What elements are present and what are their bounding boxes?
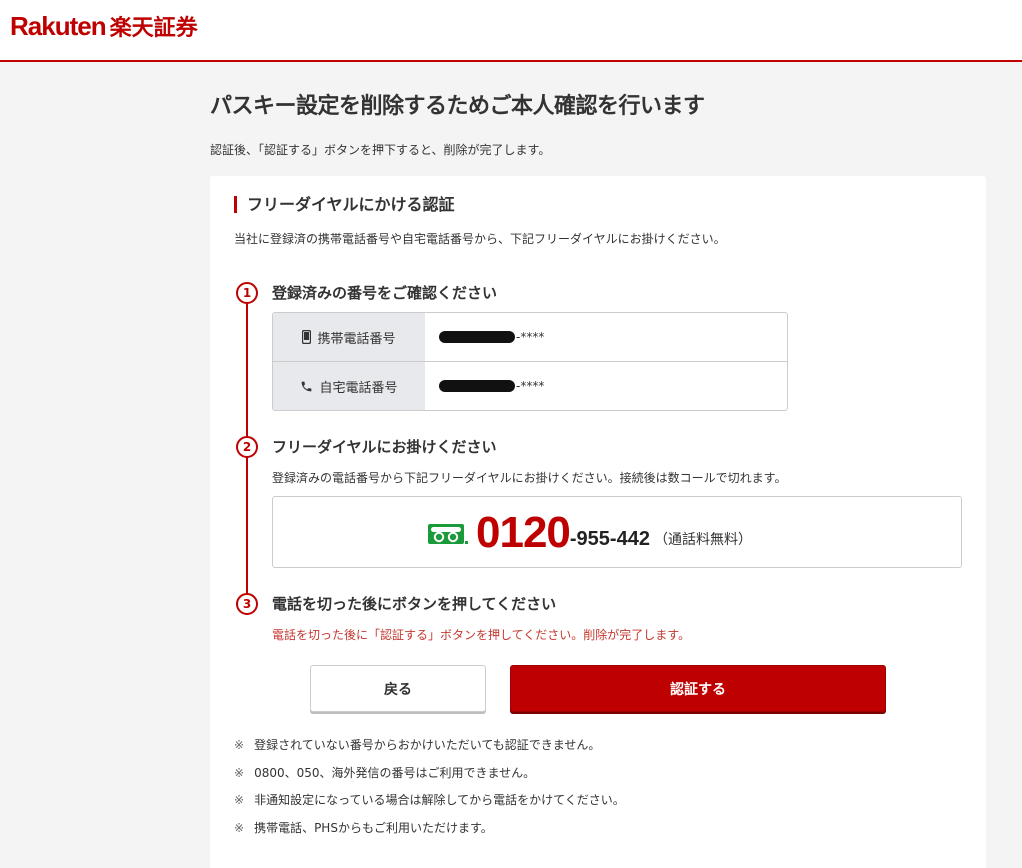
redacted-number: [439, 331, 515, 343]
table-row: 自宅電話番号 -****: [273, 362, 787, 410]
step-3-number: 3: [236, 593, 258, 615]
home-phone-label-text: 自宅電話番号: [319, 380, 398, 396]
mobile-phone-suffix: -****: [516, 330, 545, 344]
mobile-phone-value: -****: [439, 313, 544, 361]
registered-phones-table: 携帯電話番号 -**** 自宅電話番号 -****: [272, 312, 788, 411]
note-text: 携帯電話、PHSからもご利用いただけます。: [254, 820, 493, 835]
phone-icon: [302, 381, 312, 391]
list-item: ※ 登録されていない番号からおかけいただいても認証できません。: [234, 736, 625, 764]
list-item: ※ 非通知設定になっている場合は解除してから電話をかけてください。: [234, 791, 625, 819]
section-title: フリーダイヤルにかける認証: [234, 196, 455, 213]
mobile-phone-label: 携帯電話番号: [273, 313, 425, 361]
mobile-phone-label-text: 携帯電話番号: [317, 331, 396, 347]
note-mark: ※: [234, 793, 245, 807]
home-phone-label: 自宅電話番号: [273, 362, 425, 410]
smartphone-icon: [302, 330, 312, 344]
table-row: 携帯電話番号 -****: [273, 313, 787, 362]
back-button[interactable]: 戻る: [310, 665, 486, 712]
free-dial-number[interactable]: 0120 -955-442 （通話料無料）: [428, 503, 752, 563]
page-subtitle: 認証後、「認証する」ボタンを押下すると、削除が完了します。: [210, 143, 551, 157]
step-3-description: 電話を切った後に「認証する」ボタンを押してください。削除が完了します。: [272, 628, 691, 642]
redacted-number: [439, 380, 515, 392]
list-item: ※ 0800、050、海外発信の番号はご利用できません。: [234, 764, 625, 792]
logo-text-ja: 楽天証券: [109, 16, 198, 41]
logo-text-en: Rakuten: [10, 10, 107, 41]
notes-list: ※ 登録されていない番号からおかけいただいても認証できません。 ※ 0800、050…: [234, 736, 625, 846]
list-item: ※ 携帯電話、PHSからもご利用いただけます。: [234, 819, 625, 847]
step-1-number: 1: [236, 282, 258, 304]
step-3-title: 電話を切った後にボタンを押してください: [272, 595, 557, 613]
free-dial-prefix: 0120: [476, 508, 571, 557]
step-2-number: 2: [236, 436, 258, 458]
home-phone-suffix: -****: [516, 379, 545, 393]
authenticate-button[interactable]: 認証する: [510, 665, 886, 712]
note-text: 非通知設定になっている場合は解除してから電話をかけてください。: [254, 793, 625, 807]
page-title: パスキー設定を削除するためご本人確認を行います: [210, 94, 705, 119]
step-2-title: フリーダイヤルにお掛けください: [272, 438, 497, 456]
note-mark: ※: [234, 738, 245, 752]
free-dial-icon: [428, 524, 468, 544]
step-2-description: 登録済みの電話番号から下記フリーダイヤルにお掛けください。接続後は数コールで切れ…: [272, 471, 787, 485]
auth-card: フリーダイヤルにかける認証 当社に登録済の携帯電話番号や自宅電話番号から、下記フ…: [210, 176, 986, 868]
note-mark: ※: [234, 765, 245, 780]
free-dial-note: （通話料無料）: [653, 532, 752, 548]
note-mark: ※: [234, 820, 245, 835]
step-1-title: 登録済みの番号をご確認ください: [272, 284, 498, 302]
note-text: 登録されていない番号からおかけいただいても認証できません。: [254, 738, 601, 752]
free-dial-box: 0120 -955-442 （通話料無料）: [272, 496, 962, 568]
section-description: 当社に登録済の携帯電話番号や自宅電話番号から、下記フリーダイヤルにお掛けください…: [234, 232, 726, 246]
rakuten-logo[interactable]: Rakuten 楽天証券: [10, 8, 198, 44]
free-dial-rest: -955-442: [569, 527, 650, 550]
home-phone-value: -****: [439, 362, 544, 410]
note-text: 0800、050、海外発信の番号はご利用できません。: [254, 765, 536, 780]
site-header: Rakuten 楽天証券: [0, 0, 1022, 62]
